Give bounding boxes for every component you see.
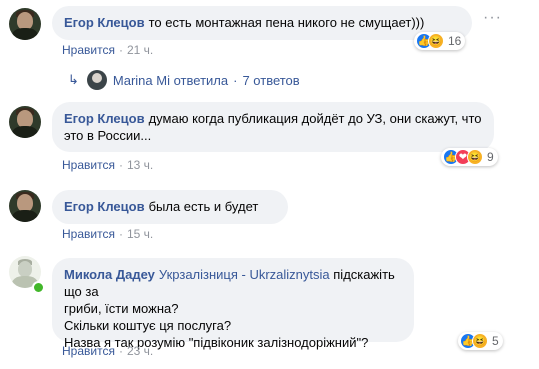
reply-author: Marina Mi xyxy=(112,72,170,88)
haha-reaction-icon: 😆 xyxy=(428,33,444,49)
comment-actions: Нравится · 15 ч. xyxy=(62,227,153,241)
reply-arrow-icon: ↳ xyxy=(68,72,79,87)
like-button[interactable]: Нравится xyxy=(62,227,115,241)
view-replies-link[interactable]: ↳ Marina Mi ответила · 7 ответов xyxy=(68,70,300,90)
comment-time[interactable]: 23 ч. xyxy=(127,344,153,358)
separator-dot: · xyxy=(118,158,123,172)
comment-author[interactable]: Егор Клецов xyxy=(64,15,145,30)
mention-link[interactable]: Укрзалізниця - Ukrzaliznytsia xyxy=(159,267,330,282)
comment-bubble: Егор Клецов думаю когда публикация дойдёт… xyxy=(52,102,494,152)
haha-reaction-icon: 😆 xyxy=(472,333,488,349)
separator-dot: · xyxy=(233,72,238,88)
comment-text: то есть монтажная пена никого не смущает… xyxy=(148,15,425,30)
comment-time[interactable]: 13 ч. xyxy=(127,158,153,172)
comment-time[interactable]: 15 ч. xyxy=(127,227,153,241)
comment-author[interactable]: Егор Клецов xyxy=(64,111,145,126)
avatar[interactable] xyxy=(9,106,41,138)
comment-actions: Нравится · 13 ч. xyxy=(62,158,153,172)
reaction-count: 16 xyxy=(448,34,462,48)
reply-count: 7 ответов xyxy=(242,72,300,88)
comment-bubble: Микола Дадеу Укрзалізниця - Ukrzaliznytsi… xyxy=(52,258,414,350)
comment-bubble: Егор Клецов была есть и будет xyxy=(52,190,288,224)
separator-dot: · xyxy=(118,227,123,241)
reaction-summary[interactable]: 👍 ❤ 😆 9 xyxy=(441,148,498,166)
more-options-icon[interactable]: ··· xyxy=(483,9,502,27)
comment-author[interactable]: Егор Клецов xyxy=(64,199,145,214)
avatar[interactable] xyxy=(9,190,41,222)
comment-author[interactable]: Микола Дадеу xyxy=(64,267,155,282)
comment-actions: Нравится · 21 ч. xyxy=(62,43,153,57)
comment-time[interactable]: 21 ч. xyxy=(127,43,153,57)
like-button[interactable]: Нравится xyxy=(62,43,115,57)
separator-dot: · xyxy=(118,43,123,57)
reaction-count: 5 xyxy=(492,334,499,348)
like-button[interactable]: Нравится xyxy=(62,344,115,358)
comment-text: была есть и будет xyxy=(148,199,259,214)
comment-text-line-3: Скільки коштує ця послуга? xyxy=(64,318,232,333)
reaction-count: 9 xyxy=(487,150,494,164)
reaction-summary[interactable]: 👍 😆 16 xyxy=(414,32,466,50)
like-button[interactable]: Нравится xyxy=(62,158,115,172)
comment-bubble: Егор Клецов то есть монтажная пена никого… xyxy=(52,6,472,40)
reply-avatar xyxy=(86,70,107,90)
reaction-summary[interactable]: 👍 😆 5 xyxy=(458,332,503,350)
comment-actions: Нравится · 23 ч. xyxy=(62,344,153,358)
comment-text-line-2: гриби, їсти можна? xyxy=(64,301,179,316)
reply-action: ответила xyxy=(173,72,229,88)
haha-reaction-icon: 😆 xyxy=(467,149,483,165)
online-status-icon xyxy=(32,281,45,294)
separator-dot: · xyxy=(118,344,123,358)
avatar[interactable] xyxy=(9,8,41,40)
